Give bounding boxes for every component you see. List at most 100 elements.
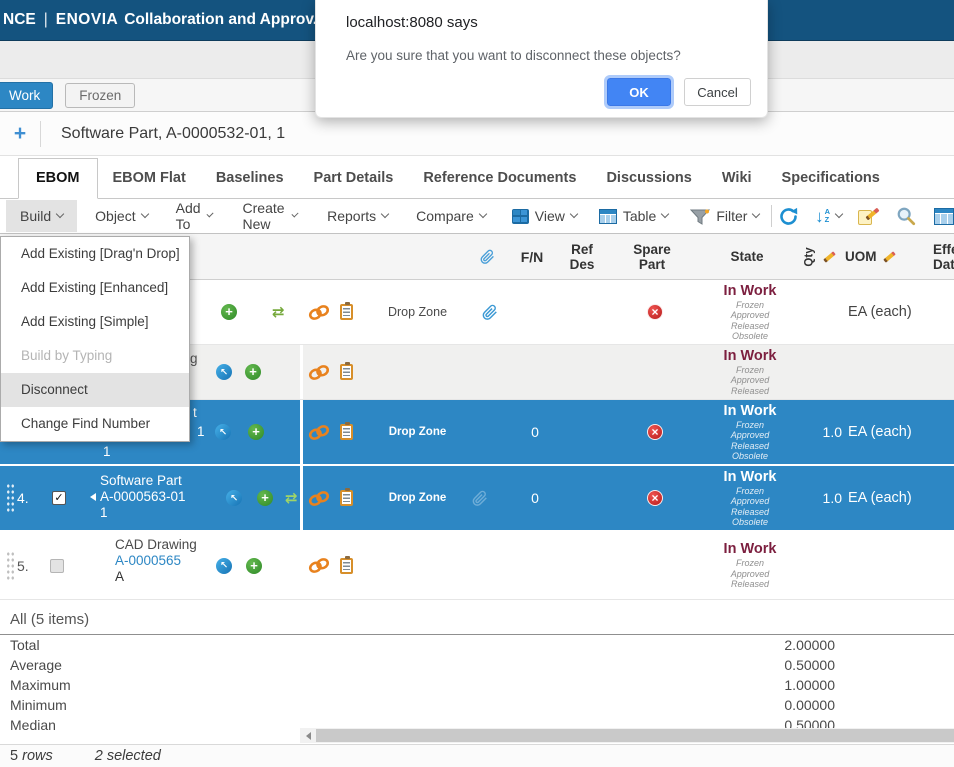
- navigate-icon[interactable]: ↖: [216, 558, 232, 574]
- table-row-selected[interactable]: 4. ✓ Software Part A-0000563-01 1 ↖ + ⇄: [0, 466, 954, 532]
- state-value: In Work: [724, 541, 777, 558]
- navigate-icon[interactable]: ↖: [226, 490, 242, 506]
- add-child-icon[interactable]: +: [245, 364, 261, 380]
- search-button[interactable]: [896, 206, 916, 226]
- header-state[interactable]: State: [697, 234, 797, 279]
- remove-x-icon[interactable]: ×: [647, 304, 663, 320]
- view-menu-button[interactable]: View: [512, 208, 577, 224]
- filter-menu-button[interactable]: Filter: [690, 208, 759, 225]
- dialog-message: Are you sure that you want to disconnect…: [346, 48, 681, 63]
- header-fn[interactable]: F/N: [507, 234, 557, 279]
- header-ref-des[interactable]: Ref Des: [557, 234, 607, 279]
- ok-button[interactable]: OK: [607, 78, 671, 106]
- header-spare-part[interactable]: Spare Part: [607, 234, 697, 279]
- clipboard-icon[interactable]: [340, 364, 353, 380]
- dialog-title: localhost:8080 says: [346, 14, 478, 31]
- attachment-cell[interactable]: [470, 280, 510, 344]
- table-row[interactable]: 5. CAD Drawing A-0000565 A ↖ +: [0, 532, 954, 600]
- expand-plus-icon[interactable]: +: [0, 122, 40, 146]
- drag-handle[interactable]: [6, 483, 16, 513]
- drop-zone[interactable]: Drop Zone: [365, 400, 470, 464]
- build-menu-button[interactable]: Build: [6, 200, 77, 232]
- name-fragment: t: [193, 405, 197, 420]
- connect-link-icon[interactable]: [306, 555, 331, 576]
- tab-wiki[interactable]: Wiki: [707, 158, 767, 198]
- row-checkbox-checked[interactable]: ✓: [52, 491, 66, 505]
- replace-icon[interactable]: ⇄: [272, 303, 285, 321]
- reports-menu-button[interactable]: Reports: [319, 200, 396, 232]
- item-name-link[interactable]: A-0000565: [115, 553, 197, 569]
- tab-ebom[interactable]: EBOM: [18, 158, 98, 199]
- row-checkbox-unchecked[interactable]: [50, 559, 64, 573]
- context-header: + Software Part, A-0000532-01, 1: [0, 112, 954, 156]
- tab-part-details[interactable]: Part Details: [299, 158, 409, 198]
- menu-item-add-existing-dragdrop[interactable]: Add Existing [Drag'n Drop]: [1, 237, 189, 271]
- replace-icon[interactable]: ⇄: [285, 489, 298, 507]
- add-child-icon[interactable]: +: [257, 490, 273, 506]
- sort-button[interactable]: ↓ AZ: [815, 208, 842, 225]
- clipboard-icon[interactable]: [340, 558, 353, 574]
- frozen-toggle-button[interactable]: Frozen: [65, 83, 135, 108]
- create-new-menu-button[interactable]: Create New: [235, 192, 306, 240]
- drop-zone[interactable]: Drop Zone: [365, 466, 470, 530]
- connect-link-icon[interactable]: [306, 361, 331, 382]
- header-attachment[interactable]: [467, 234, 507, 279]
- drag-handle[interactable]: [6, 551, 16, 581]
- clipboard-icon[interactable]: [340, 304, 353, 320]
- state-cell: In Work Frozen Approved Released: [700, 532, 800, 599]
- add-child-icon[interactable]: +: [246, 558, 262, 574]
- clipboard-icon[interactable]: [340, 424, 353, 440]
- add-child-icon[interactable]: +: [221, 304, 237, 320]
- stat-total: Total 2.00000: [0, 635, 954, 655]
- state-list: Frozen Approved Released: [731, 558, 770, 590]
- tab-discussions[interactable]: Discussions: [591, 158, 706, 198]
- paperclip-icon: [480, 249, 495, 265]
- scroll-left-arrow-icon[interactable]: [300, 728, 316, 743]
- navigate-icon[interactable]: ↖: [215, 424, 231, 440]
- tab-reference-documents[interactable]: Reference Documents: [408, 158, 591, 198]
- navigate-icon[interactable]: ↖: [216, 364, 232, 380]
- edit-column-pencil-icon[interactable]: [823, 251, 836, 262]
- remove-x-icon[interactable]: ×: [647, 424, 663, 440]
- eff-dates-cell: [936, 400, 954, 464]
- table-menu-button[interactable]: Table: [599, 208, 668, 224]
- menu-item-disconnect[interactable]: Disconnect: [1, 373, 189, 407]
- object-menu-button[interactable]: Object: [87, 200, 155, 232]
- state-list: Frozen Approved Released: [731, 365, 770, 397]
- menu-item-change-find-number[interactable]: Change Find Number: [1, 407, 189, 441]
- cancel-button[interactable]: Cancel: [684, 78, 751, 106]
- horizontal-scrollbar[interactable]: [300, 728, 954, 743]
- edit-column-pencil-icon[interactable]: [883, 251, 896, 262]
- spare-part-cell: ×: [610, 466, 700, 530]
- add-child-icon[interactable]: +: [248, 424, 264, 440]
- chevron-down-icon: [381, 210, 389, 218]
- export-table-button[interactable]: [934, 208, 954, 225]
- drop-zone[interactable]: Drop Zone: [365, 280, 470, 344]
- menu-item-add-existing-simple[interactable]: Add Existing [Simple]: [1, 305, 189, 339]
- refresh-button[interactable]: [778, 206, 799, 227]
- ref-des-cell: [560, 400, 610, 464]
- connect-link-icon[interactable]: [306, 487, 331, 508]
- state-value: In Work: [724, 403, 777, 420]
- clipboard-icon[interactable]: [340, 490, 353, 506]
- tab-specifications[interactable]: Specifications: [767, 158, 895, 198]
- header-qty[interactable]: Qty: [797, 234, 845, 279]
- header-eff-dates[interactable]: Effe Dat: [933, 234, 954, 279]
- menu-item-add-existing-enhanced[interactable]: Add Existing [Enhanced]: [1, 271, 189, 305]
- scrollbar-thumb[interactable]: [316, 729, 954, 742]
- row-count-number: 5: [10, 748, 18, 764]
- add-to-menu-button[interactable]: Add To: [168, 192, 221, 240]
- ref-des-cell: [560, 532, 610, 599]
- work-toggle-button[interactable]: Work: [0, 82, 53, 109]
- connect-link-icon[interactable]: [306, 421, 331, 442]
- mass-edit-button[interactable]: [858, 207, 878, 225]
- app-name: NCE: [3, 11, 36, 29]
- compare-menu-button[interactable]: Compare: [408, 200, 494, 232]
- collapse-triangle-icon[interactable]: [90, 493, 96, 501]
- fn-cell: 0: [510, 466, 560, 530]
- connect-link-icon[interactable]: [306, 301, 331, 322]
- remove-x-icon[interactable]: ×: [647, 490, 663, 506]
- item-name-link[interactable]: A-0000563-01: [100, 489, 186, 504]
- divider: [40, 121, 41, 147]
- header-uom[interactable]: UOM: [845, 234, 933, 279]
